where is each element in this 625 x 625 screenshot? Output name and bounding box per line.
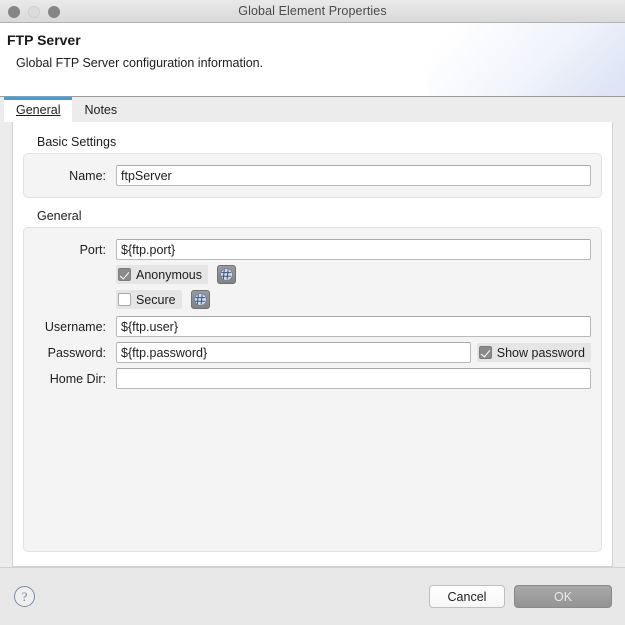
label-port: Port: bbox=[79, 242, 106, 257]
field-row-anonymous: Anonymous bbox=[116, 262, 591, 287]
tab-notes-label: Notes bbox=[84, 102, 118, 117]
minimize-button[interactable] bbox=[28, 5, 40, 18]
expression-icon-secure[interactable] bbox=[190, 290, 210, 309]
help-icon[interactable]: ? bbox=[14, 586, 35, 607]
show-password-checkbox[interactable]: Show password bbox=[476, 343, 591, 362]
expression-icon-anonymous[interactable] bbox=[217, 265, 237, 284]
label-username: Username: bbox=[44, 319, 106, 334]
ok-button[interactable]: OK bbox=[514, 585, 612, 608]
cancel-button[interactable]: Cancel bbox=[429, 585, 505, 608]
group-title-general: General bbox=[37, 209, 82, 223]
home-dir-input[interactable] bbox=[116, 368, 591, 389]
page-description: Global FTP Server configuration informat… bbox=[16, 56, 264, 70]
tab-general-label: General bbox=[16, 102, 61, 117]
group-general: Port: Anonymous Secure bbox=[23, 227, 602, 552]
field-row-name: Name: bbox=[34, 163, 591, 188]
checkmark-icon bbox=[118, 268, 131, 281]
zoom-button[interactable] bbox=[48, 5, 60, 18]
dialog-footer: ? Cancel OK bbox=[0, 567, 625, 625]
field-row-home-dir: Home Dir: bbox=[34, 366, 591, 391]
dialog-header: FTP Server Global FTP Server configurati… bbox=[0, 23, 625, 97]
field-row-secure: Secure bbox=[116, 287, 591, 312]
window-titlebar: Global Element Properties bbox=[0, 0, 625, 23]
name-input[interactable] bbox=[116, 165, 591, 186]
group-basic-settings: Name: bbox=[23, 153, 602, 198]
window-controls bbox=[8, 0, 60, 23]
tab-general[interactable]: General bbox=[4, 97, 73, 122]
tab-content-general: Basic Settings Name: General Port: Anony… bbox=[12, 122, 613, 567]
group-title-basic-settings: Basic Settings bbox=[37, 135, 117, 149]
secure-label: Secure bbox=[136, 292, 176, 307]
window-title: Global Element Properties bbox=[238, 4, 387, 18]
field-row-port: Port: bbox=[34, 237, 591, 262]
field-row-username: Username: bbox=[34, 314, 591, 339]
username-input[interactable] bbox=[116, 316, 591, 337]
anonymous-checkbox[interactable]: Anonymous bbox=[116, 265, 209, 284]
empty-checkbox-icon bbox=[118, 293, 131, 306]
show-password-label: Show password bbox=[496, 345, 585, 360]
close-button[interactable] bbox=[8, 5, 20, 18]
checkmark-icon bbox=[478, 346, 492, 359]
anonymous-label: Anonymous bbox=[136, 267, 203, 282]
port-input[interactable] bbox=[116, 239, 591, 260]
dialog-window: Global Element Properties FTP Server Glo… bbox=[0, 0, 625, 625]
label-home-dir: Home Dir: bbox=[49, 371, 106, 386]
field-row-password: Password: Show password bbox=[34, 340, 591, 365]
tab-notes[interactable]: Notes bbox=[72, 97, 129, 122]
page-title: FTP Server bbox=[7, 32, 81, 48]
password-input[interactable] bbox=[116, 342, 471, 363]
secure-checkbox[interactable]: Secure bbox=[116, 290, 182, 309]
tab-bar: General Notes bbox=[0, 97, 625, 122]
label-password: Password: bbox=[47, 345, 106, 360]
label-name: Name: bbox=[69, 168, 106, 183]
